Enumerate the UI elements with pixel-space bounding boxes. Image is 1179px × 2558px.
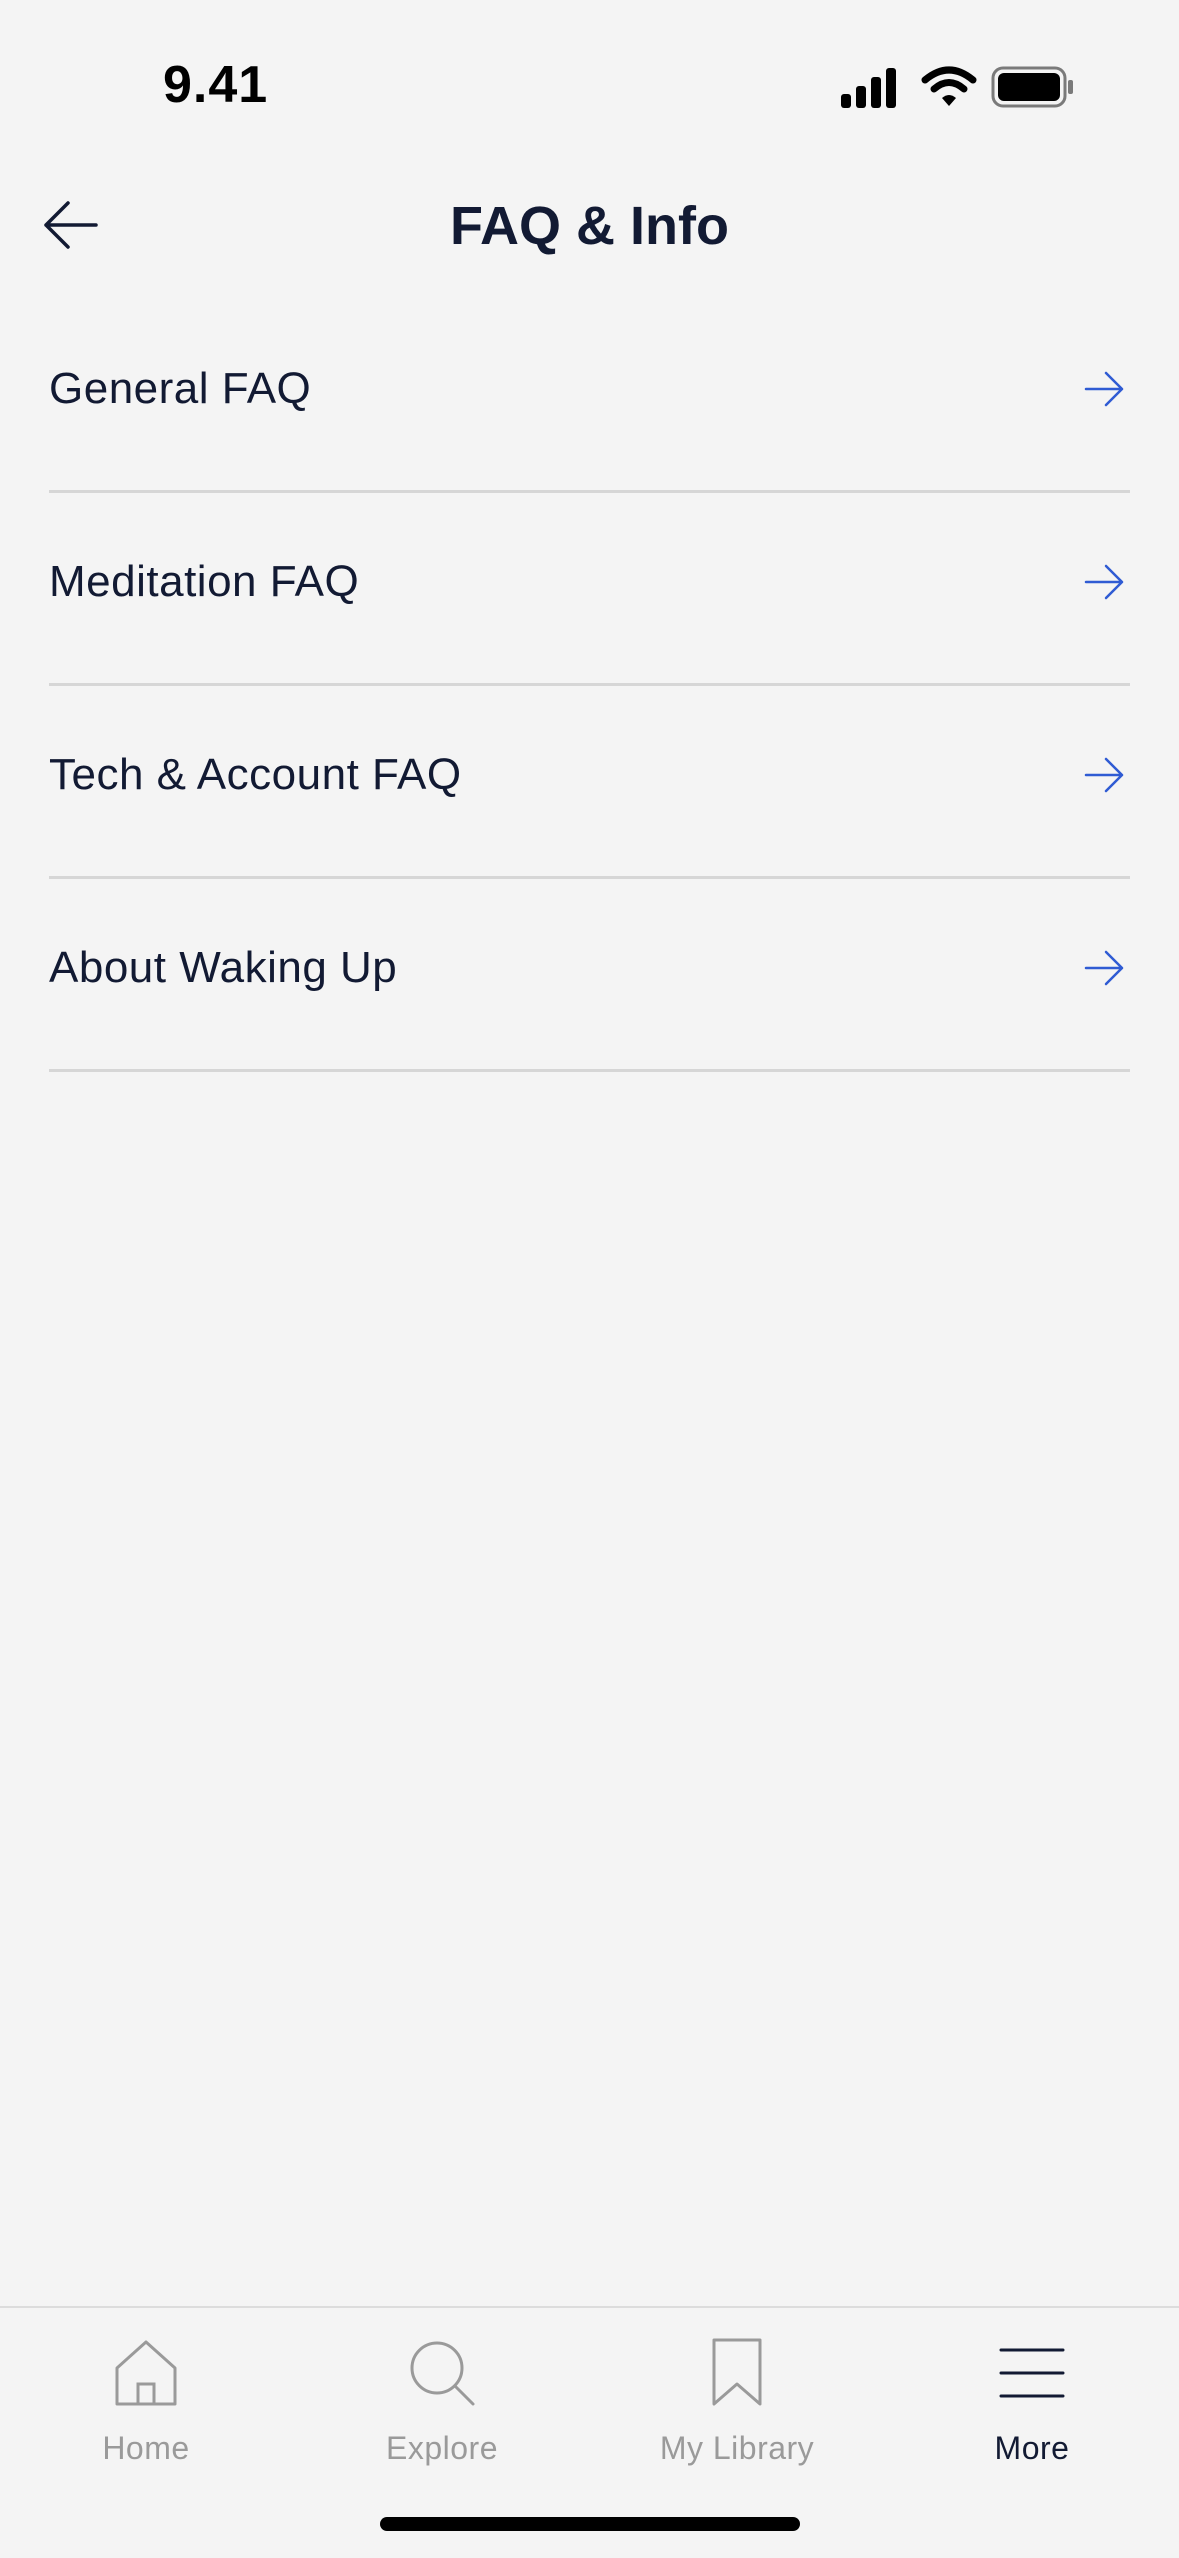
page-title: FAQ & Info xyxy=(450,196,729,256)
faq-item-meditation[interactable]: Meditation FAQ xyxy=(49,493,1130,686)
tab-label: More xyxy=(994,2430,1070,2466)
arrow-right-icon xyxy=(1084,950,1124,986)
tab-label: Explore xyxy=(386,2430,498,2466)
faq-item-label: About Waking Up xyxy=(49,943,398,992)
status-bar: 9.41 xyxy=(0,0,1179,150)
tab-explore[interactable]: Explore xyxy=(332,2338,552,2488)
search-icon xyxy=(410,2341,475,2406)
wifi-icon xyxy=(921,66,977,106)
header: FAQ & Info xyxy=(0,175,1179,275)
faq-item-label: General FAQ xyxy=(49,364,312,413)
home-icon xyxy=(115,2340,177,2406)
bookmark-icon xyxy=(712,2338,762,2406)
faq-item-label: Meditation FAQ xyxy=(49,557,360,606)
faq-item-about[interactable]: About Waking Up xyxy=(49,879,1130,1072)
tab-label: My Library xyxy=(659,2430,815,2466)
faq-item-label: Tech & Account FAQ xyxy=(49,750,462,799)
tab-label: Home xyxy=(102,2430,190,2466)
tab-more[interactable]: More xyxy=(922,2338,1142,2488)
status-time: 9.41 xyxy=(163,56,269,114)
arrow-right-icon xyxy=(1084,757,1124,793)
faq-item-tech-account[interactable]: Tech & Account FAQ xyxy=(49,686,1130,879)
tab-home[interactable]: Home xyxy=(36,2338,256,2488)
arrow-right-icon xyxy=(1084,564,1124,600)
status-icons xyxy=(841,64,1081,108)
faq-list: General FAQ Meditation FAQ Tech & Accoun… xyxy=(49,300,1130,1072)
home-indicator xyxy=(380,2517,800,2531)
cellular-signal-icon xyxy=(841,68,896,108)
menu-icon xyxy=(999,2348,1065,2398)
battery-icon xyxy=(991,66,1073,108)
tab-my-library[interactable]: My Library xyxy=(627,2338,847,2488)
arrow-right-icon xyxy=(1084,371,1124,407)
faq-item-general[interactable]: General FAQ xyxy=(49,300,1130,493)
